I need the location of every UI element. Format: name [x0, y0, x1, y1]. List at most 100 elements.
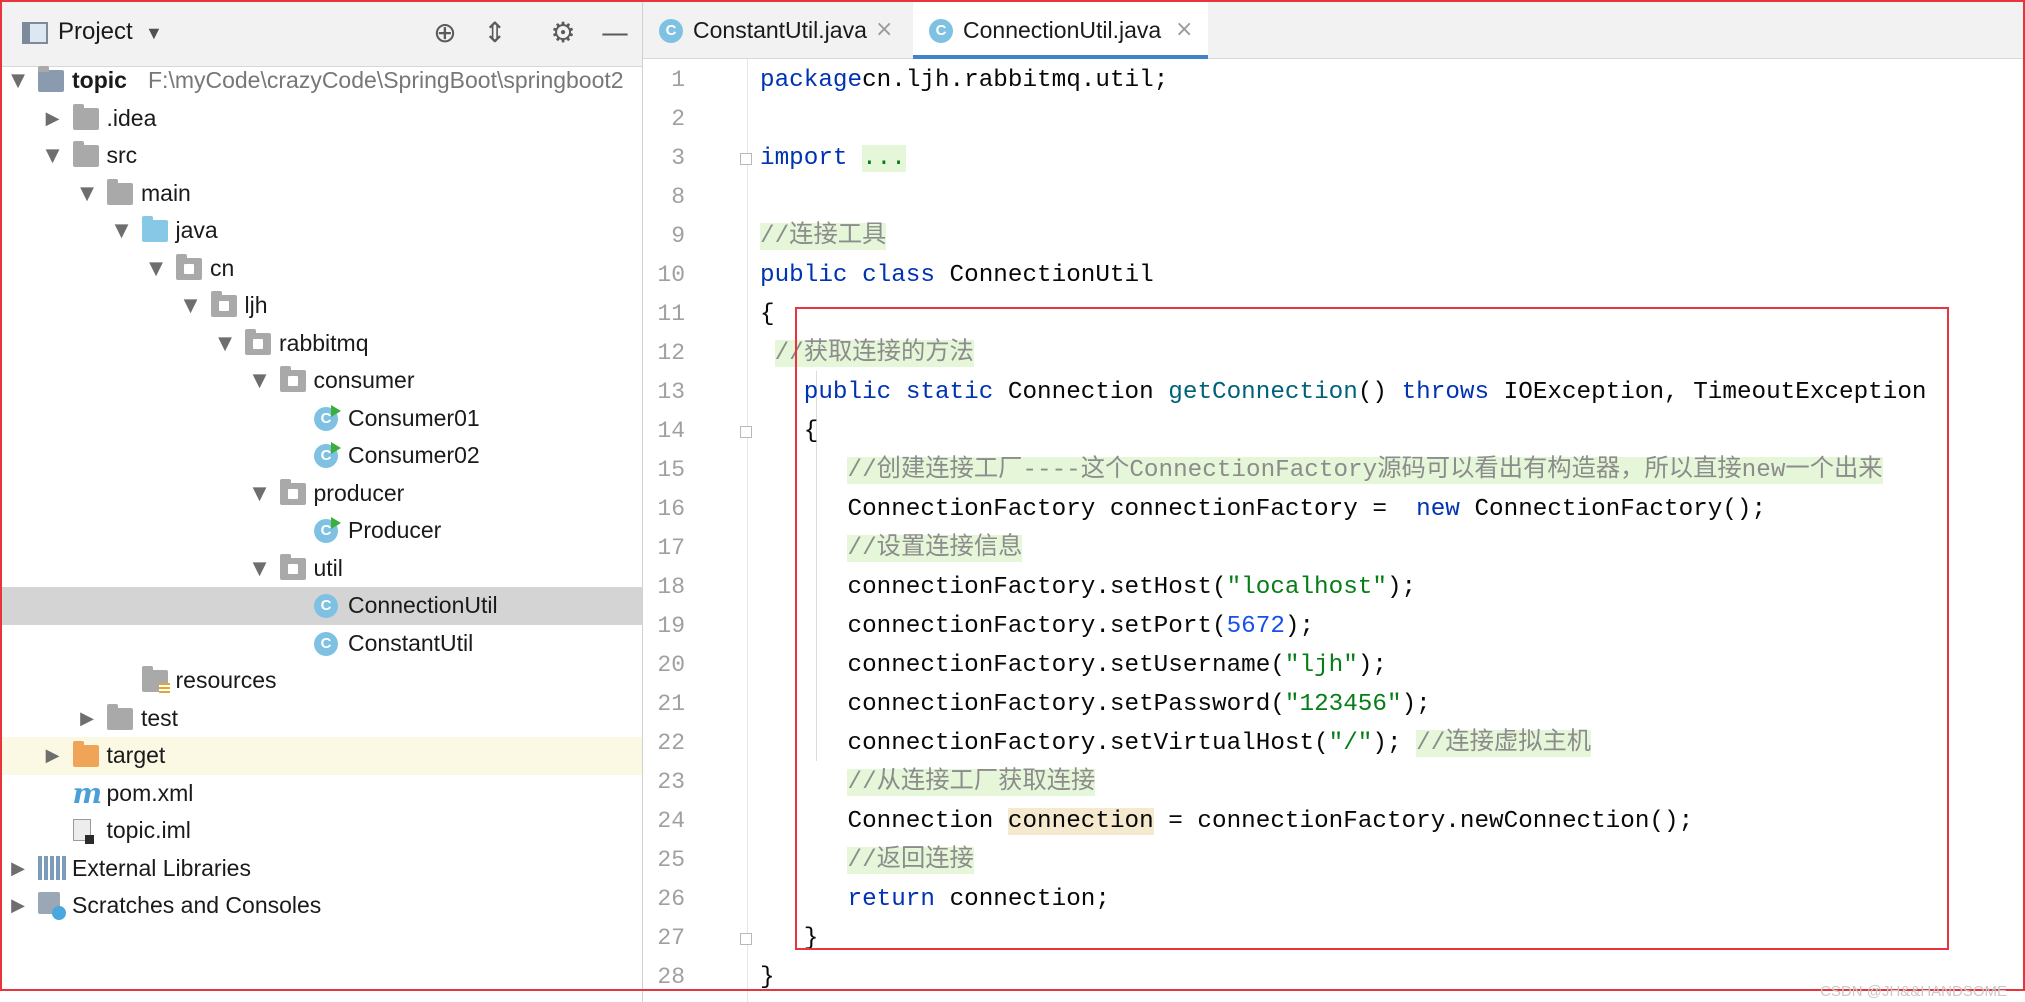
code-line[interactable]: }: [760, 958, 775, 997]
code-line[interactable]: //获取连接的方法: [760, 334, 974, 373]
tree-item-label: pom.xml: [106, 779, 194, 806]
expand-arrow-icon[interactable]: ▼: [215, 325, 235, 363]
code-line[interactable]: ConnectionFactory connectionFactory = ne…: [760, 490, 1766, 529]
expand-arrow-icon[interactable]: ▼: [181, 287, 201, 325]
expand-arrow-icon[interactable]: ▼: [8, 62, 28, 100]
tab-label: ConstantUtil.java: [693, 17, 867, 43]
expand-arrow-icon[interactable]: ▼: [112, 212, 132, 250]
tree-item-src[interactable]: ▼ src: [0, 137, 642, 175]
class-icon: C: [659, 19, 683, 43]
class-icon: C: [929, 19, 953, 43]
line-number: 26: [657, 886, 685, 912]
hide-icon[interactable]: —: [598, 16, 632, 50]
code-line[interactable]: connectionFactory.setHost("localhost");: [760, 568, 1416, 607]
expand-arrow-icon[interactable]: ▼: [250, 362, 270, 400]
code-line[interactable]: //返回连接: [760, 841, 974, 880]
tree-item-topic-iml[interactable]: topic.iml: [0, 812, 642, 850]
fold-marker-icon[interactable]: [740, 153, 752, 165]
collapse-arrow-icon[interactable]: ▶: [77, 700, 97, 738]
tree-item-ljh[interactable]: ▼ ljh: [0, 287, 642, 325]
expand-arrow-icon[interactable]: ▼: [77, 175, 97, 213]
code-line[interactable]: //设置连接信息: [760, 529, 1023, 568]
expand-arrow-icon[interactable]: ▼: [250, 550, 270, 588]
code-token: "/": [1328, 730, 1373, 757]
tree-item-cn[interactable]: ▼ cn: [0, 250, 642, 288]
tree-item-consumer01[interactable]: C Consumer01: [0, 400, 642, 438]
expand-arrow-icon[interactable]: ▼: [146, 250, 166, 288]
tree-item-util[interactable]: ▼ util: [0, 550, 642, 588]
tree-item-pom-xml[interactable]: m pom.xml: [0, 775, 642, 813]
code-line[interactable]: //连接工具: [760, 217, 887, 256]
line-number: 18: [657, 574, 685, 600]
folder-icon: [107, 703, 133, 730]
tree-item-target[interactable]: ▶ target: [0, 737, 642, 775]
tab-constantutil-java[interactable]: C ConstantUtil.java ×: [643, 0, 913, 58]
collapse-arrow-icon[interactable]: ▶: [8, 850, 28, 888]
code-line[interactable]: return connection;: [760, 880, 1109, 919]
close-icon[interactable]: ×: [1175, 17, 1193, 42]
tree-item-label: Producer: [348, 517, 442, 543]
package-icon: [210, 291, 237, 317]
tree-item-constantutil[interactable]: C ConstantUtil: [0, 625, 642, 663]
fold-marker-icon[interactable]: [740, 426, 752, 438]
code-token: );: [1284, 613, 1315, 640]
code-comment: //从连接工厂获取连接: [847, 769, 1096, 796]
scratches-icon: [38, 892, 66, 920]
tree-item-topic[interactable]: ▼ topic F:\myCode\crazyCode\SpringBoot\spr…: [0, 62, 642, 100]
code-line[interactable]: public static Connection getConnection()…: [760, 373, 1927, 412]
code-token: connectionFactory.setHost(: [760, 574, 1227, 601]
runnable-class-icon: C: [314, 404, 341, 431]
line-number: 11: [657, 301, 685, 327]
code-line[interactable]: connectionFactory.setPort(5672);: [760, 607, 1314, 646]
code-line[interactable]: connectionFactory.setPassword("123456");: [760, 685, 1430, 724]
code-line[interactable]: {: [760, 412, 819, 451]
code-line[interactable]: packagecn.ljh.rabbitmq.util;: [760, 61, 1168, 100]
close-icon[interactable]: ×: [875, 17, 893, 42]
tree-item-consumer[interactable]: ▼ consumer: [0, 362, 642, 400]
tree-item-external-libraries[interactable]: ▶ External Libraries: [0, 850, 642, 888]
tree-item-java[interactable]: ▼ java: [0, 212, 642, 250]
iml-file-icon: [72, 819, 94, 844]
tree-item-resources[interactable]: resources: [0, 662, 642, 700]
package-icon: [279, 478, 306, 505]
tree-item-idea[interactable]: ▶ .idea: [0, 100, 642, 138]
code-line[interactable]: connectionFactory.setUsername("ljh");: [760, 646, 1387, 685]
tree-item-producer[interactable]: C Producer: [0, 512, 642, 550]
tree-item-label: Consumer01: [348, 404, 480, 431]
project-tree: ▼ topic F:\myCode\crazyCode\SpringBoot\spr…: [0, 62, 642, 925]
code-line[interactable]: public class ConnectionUtil: [760, 256, 1154, 295]
tree-item-rabbitmq[interactable]: ▼ rabbitmq: [0, 325, 642, 363]
tree-item-consumer02[interactable]: C Consumer02: [0, 437, 642, 475]
fold-marker-icon[interactable]: [740, 933, 752, 945]
code-line[interactable]: Connection connection = connectionFactor…: [760, 802, 1693, 841]
expand-arrow-icon[interactable]: ▼: [43, 137, 63, 175]
project-title[interactable]: Project: [58, 18, 133, 46]
collapse-all-icon[interactable]: ⇕: [478, 16, 512, 50]
tree-item-main[interactable]: ▼ main: [0, 175, 642, 213]
chevron-down-icon[interactable]: ▼: [145, 23, 163, 44]
code-editor[interactable]: packagecn.ljh.rabbitmq.util; import ... //…: [760, 59, 2025, 1002]
gear-icon[interactable]: ⚙: [546, 16, 580, 50]
tree-item-scratches-and-consoles[interactable]: ▶ Scratches and Consoles: [0, 887, 642, 925]
collapse-arrow-icon[interactable]: ▶: [43, 737, 63, 775]
code-line[interactable]: //创建连接工厂----这个ConnectionFactory源码可以看出有构造…: [760, 451, 1883, 490]
code-line[interactable]: //从连接工厂获取连接: [760, 763, 1096, 802]
tree-item-test[interactable]: ▶ test: [0, 700, 642, 738]
collapse-arrow-icon[interactable]: ▶: [43, 100, 63, 138]
code-line[interactable]: import ...: [760, 139, 906, 178]
tree-item-producer[interactable]: ▼ producer: [0, 475, 642, 513]
code-line[interactable]: {: [760, 295, 775, 334]
tree-item-connectionutil[interactable]: C ConnectionUtil: [0, 587, 642, 625]
code-line[interactable]: }: [760, 919, 819, 958]
code-keyword: new: [1416, 496, 1475, 523]
tree-item-label: target: [106, 742, 166, 768]
code-comment: //连接工具: [760, 223, 887, 250]
code-line[interactable]: connectionFactory.setVirtualHost("/"); /…: [760, 724, 1592, 763]
tab-connectionutil-java[interactable]: C ConnectionUtil.java ×: [913, 0, 1208, 59]
line-number: 22: [657, 730, 685, 756]
collapse-arrow-icon[interactable]: ▶: [8, 887, 28, 925]
tree-item-label: ConstantUtil: [348, 629, 474, 656]
code-token: 5672: [1226, 613, 1285, 640]
expand-arrow-icon[interactable]: ▼: [250, 475, 270, 513]
locate-icon[interactable]: ⊕: [428, 16, 462, 50]
